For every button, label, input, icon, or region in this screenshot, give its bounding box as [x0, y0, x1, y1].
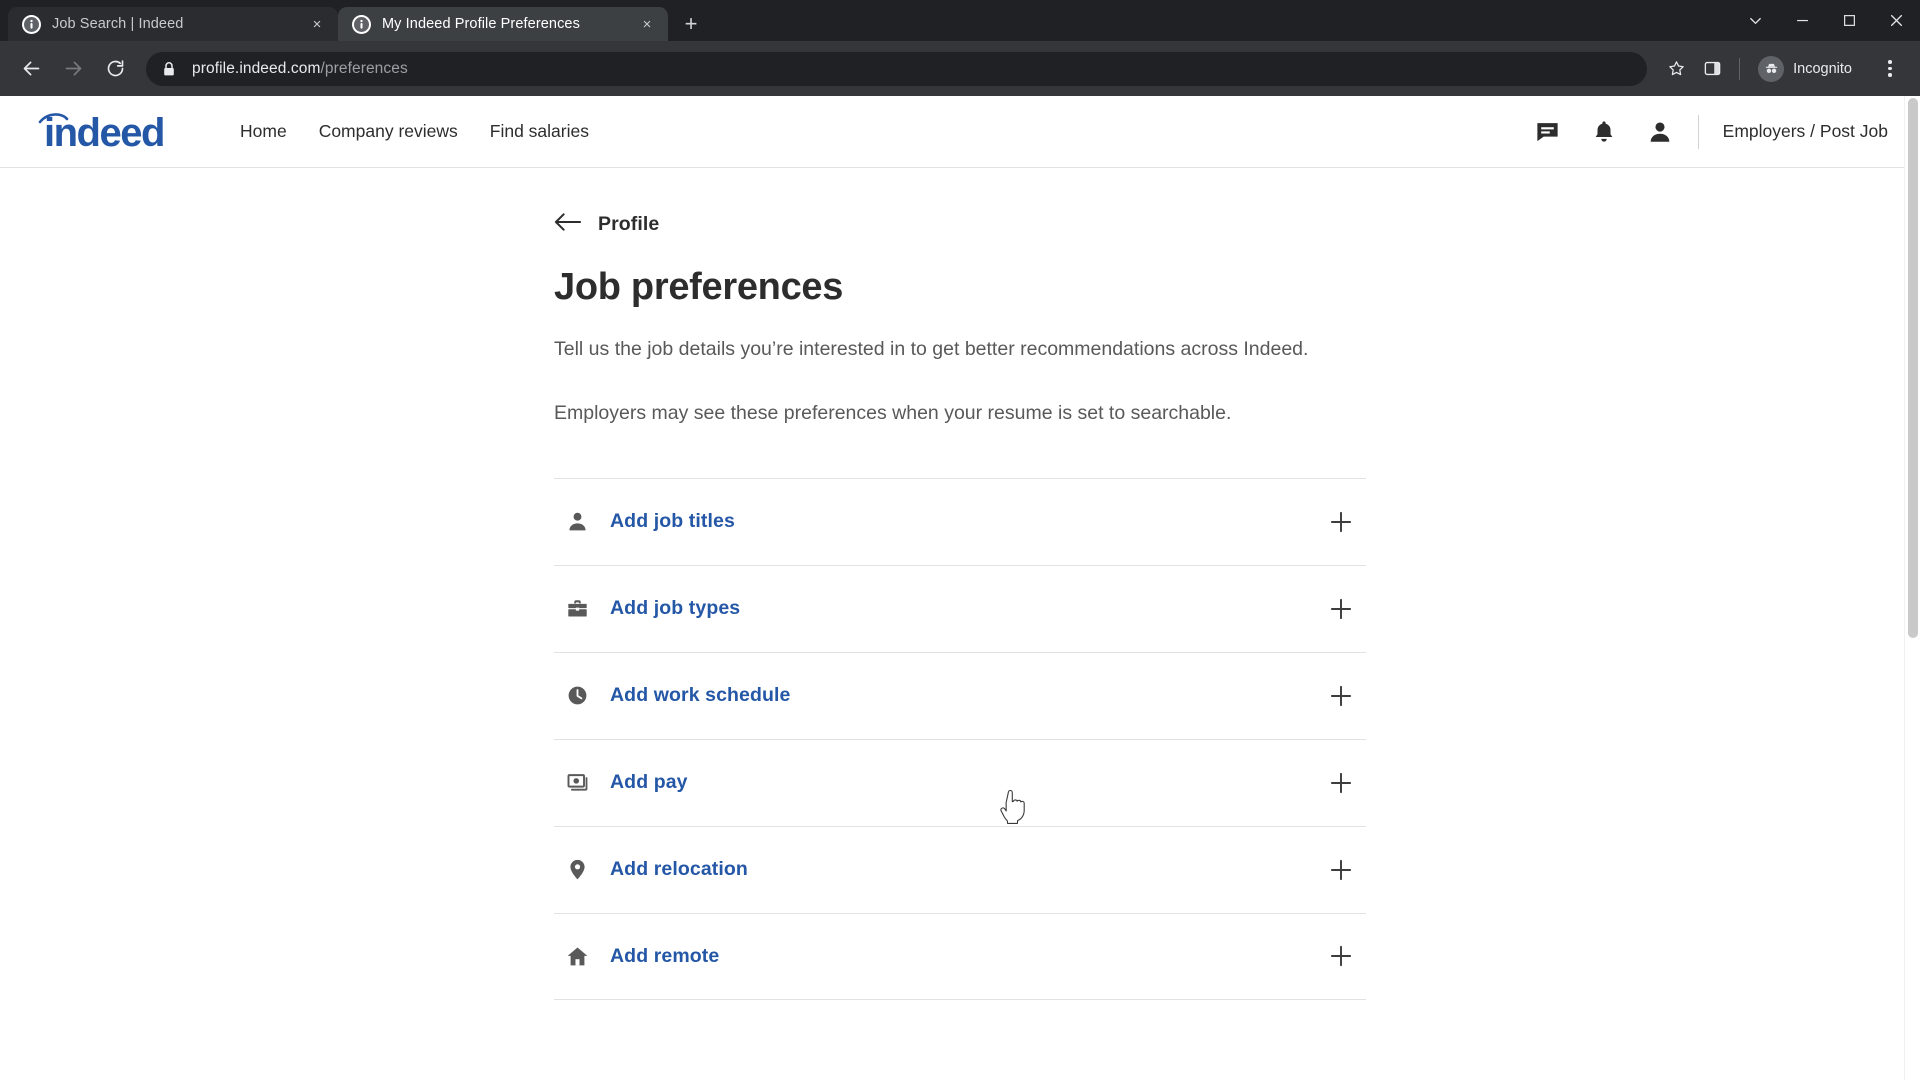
briefcase-icon — [554, 597, 610, 620]
back-arrow-icon — [554, 212, 582, 237]
minimize-button[interactable] — [1779, 0, 1826, 41]
preferences-card: Profile Job preferences Tell us the job … — [554, 190, 1366, 1000]
tab-title: Job Search | Indeed — [52, 16, 184, 32]
browser-window: Job Search | Indeed × My Indeed Profile … — [0, 0, 1920, 1080]
add-remote-button[interactable] — [1318, 933, 1364, 979]
preference-label[interactable]: Add relocation — [610, 858, 1318, 881]
side-panel-icon[interactable] — [1695, 52, 1729, 86]
toolbar-divider — [1739, 57, 1741, 80]
new-tab-button[interactable]: + — [676, 9, 706, 39]
add-job-types-button[interactable] — [1318, 586, 1364, 632]
url-path: /preferences — [320, 59, 408, 77]
chevron-down-icon[interactable] — [1732, 0, 1779, 41]
reload-icon[interactable] — [96, 50, 134, 88]
incognito-profile-button[interactable]: Incognito — [1752, 53, 1866, 85]
page-viewport: indeed Home Company reviews Find salarie… — [0, 96, 1920, 1080]
preference-row-job-titles[interactable]: Add job titles — [554, 477, 1366, 565]
info-icon — [22, 14, 41, 34]
add-relocation-button[interactable] — [1318, 847, 1364, 893]
preference-label[interactable]: Add job titles — [610, 510, 1318, 533]
header-icon-group — [1520, 108, 1688, 156]
forward-arrow-icon[interactable] — [54, 50, 92, 88]
bookmark-star-icon[interactable] — [1659, 52, 1693, 86]
home-icon — [554, 945, 610, 968]
site-nav: Home Company reviews Find salaries — [224, 113, 605, 150]
clock-icon — [554, 684, 610, 707]
incognito-label: Incognito — [1793, 60, 1852, 77]
money-icon — [554, 771, 610, 794]
indeed-site-header: indeed Home Company reviews Find salarie… — [0, 96, 1920, 168]
person-icon — [554, 510, 610, 533]
nav-item-find-salaries[interactable]: Find salaries — [474, 113, 605, 150]
kebab-menu-icon[interactable] — [1872, 51, 1908, 87]
nav-item-company-reviews[interactable]: Company reviews — [303, 113, 474, 150]
preference-label[interactable]: Add work schedule — [610, 684, 1318, 707]
notifications-bell-icon[interactable] — [1576, 108, 1632, 156]
back-arrow-icon[interactable] — [12, 50, 50, 88]
preference-row-remote[interactable]: Add remote — [554, 912, 1366, 1000]
page-scrollbar[interactable] — [1904, 96, 1920, 1080]
tab-strip: Job Search | Indeed × My Indeed Profile … — [0, 0, 1920, 41]
page-title: Job preferences — [554, 266, 844, 308]
intro-paragraph-1: Tell us the job details you’re intereste… — [554, 338, 1309, 361]
preference-row-pay[interactable]: Add pay — [554, 738, 1366, 826]
messages-icon[interactable] — [1520, 108, 1576, 156]
tab-close-icon[interactable]: × — [306, 13, 328, 35]
preference-label[interactable]: Add pay — [610, 771, 1318, 794]
indeed-logo[interactable]: indeed — [34, 110, 186, 154]
add-job-titles-button[interactable] — [1318, 499, 1364, 545]
preference-row-relocation[interactable]: Add relocation — [554, 825, 1366, 913]
scrollbar-thumb[interactable] — [1908, 98, 1918, 638]
nav-item-home[interactable]: Home — [224, 113, 303, 150]
maximize-button[interactable] — [1826, 0, 1873, 41]
preference-label[interactable]: Add job types — [610, 597, 1318, 620]
url-text: profile.indeed.com/preferences — [192, 60, 408, 78]
preference-label[interactable]: Add remote — [610, 945, 1318, 968]
browser-tab-2[interactable]: My Indeed Profile Preferences × — [338, 7, 668, 41]
tab-close-icon[interactable]: × — [636, 13, 658, 35]
preference-row-job-types[interactable]: Add job types — [554, 564, 1366, 652]
tab-title: My Indeed Profile Preferences — [382, 16, 580, 32]
close-window-button[interactable] — [1873, 0, 1920, 41]
header-divider — [1697, 114, 1699, 149]
back-label: Profile — [598, 213, 660, 235]
map-pin-icon — [554, 858, 610, 881]
page-content: Profile Job preferences Tell us the job … — [0, 168, 1920, 1000]
browser-tab-1[interactable]: Job Search | Indeed × — [8, 7, 338, 41]
preferences-list: Add job titles Add job types Add work sc… — [554, 477, 1366, 1000]
svg-text:indeed: indeed — [44, 111, 164, 154]
employers-post-job-link[interactable]: Employers / Post Job — [1717, 113, 1894, 150]
preference-row-work-schedule[interactable]: Add work schedule — [554, 651, 1366, 739]
intro-paragraph-2: Employers may see these preferences when… — [554, 401, 1232, 424]
info-icon — [352, 14, 371, 34]
account-person-icon[interactable] — [1632, 108, 1688, 156]
add-pay-button[interactable] — [1318, 760, 1364, 806]
address-bar[interactable]: profile.indeed.com/preferences — [146, 51, 1648, 86]
add-work-schedule-button[interactable] — [1318, 673, 1364, 719]
lock-icon — [162, 61, 178, 77]
incognito-avatar-icon — [1758, 55, 1785, 82]
url-domain: profile.indeed.com — [192, 59, 321, 77]
back-to-profile[interactable]: Profile — [554, 190, 1366, 237]
omnibox-actions: Incognito — [1657, 51, 1908, 87]
window-controls — [1732, 0, 1920, 41]
omnibox-toolbar: profile.indeed.com/preferences Incognito — [0, 41, 1920, 96]
